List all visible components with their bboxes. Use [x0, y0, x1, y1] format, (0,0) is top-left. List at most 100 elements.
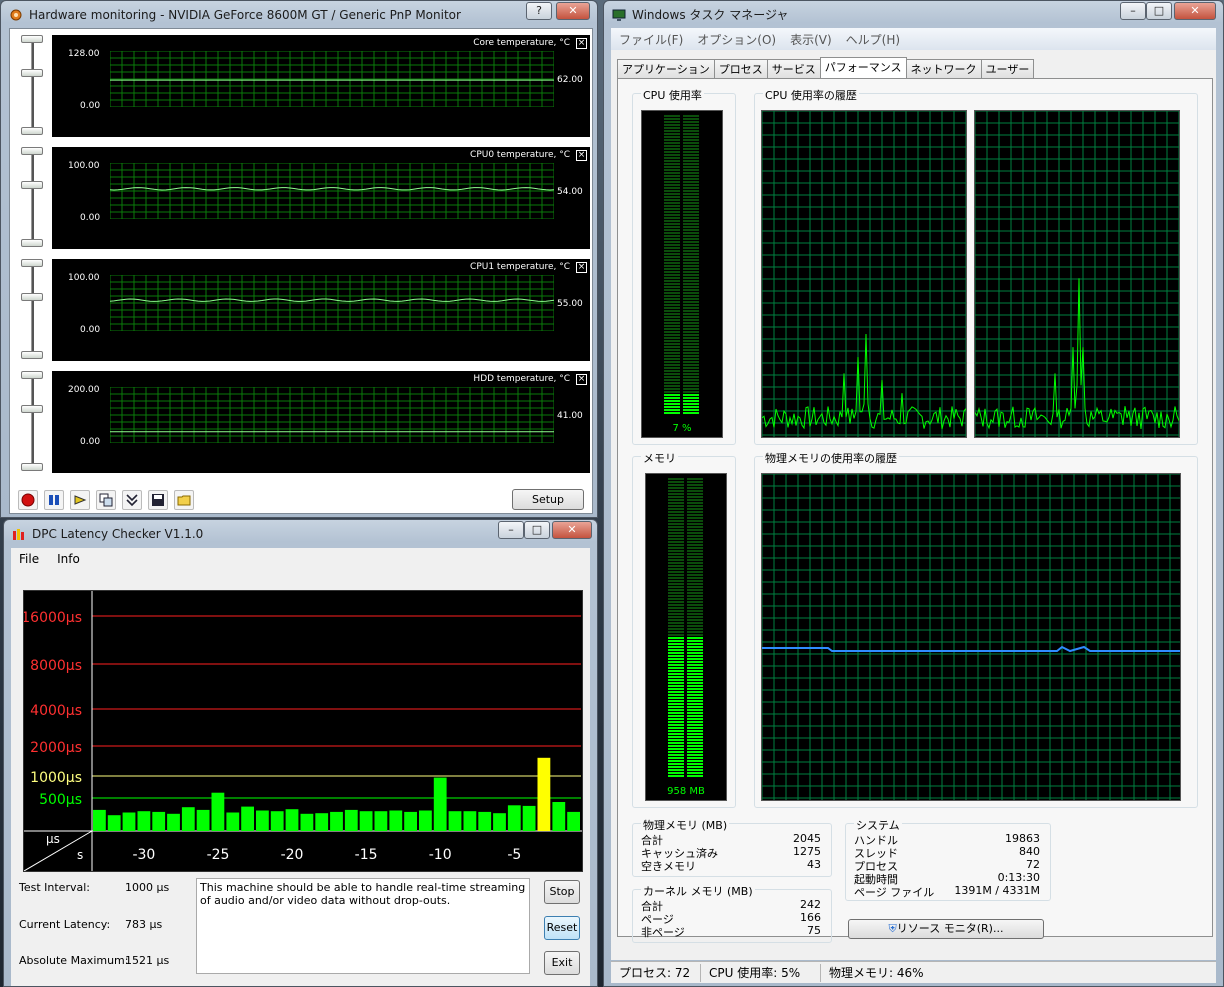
meter-segment [668, 769, 684, 771]
pane-slider-mid-knob[interactable] [21, 293, 43, 301]
meter-segment [687, 607, 703, 609]
meter-segment [668, 709, 684, 711]
save-button[interactable] [148, 490, 168, 510]
dpc-maximize-button[interactable]: □ [524, 521, 550, 539]
meter-segment [664, 217, 680, 219]
tm-close-button[interactable]: ✕ [1174, 2, 1216, 20]
pane-close-icon[interactable]: × [576, 262, 587, 273]
pause-button[interactable] [44, 490, 64, 510]
dpc-minimize-button[interactable]: – [498, 521, 524, 539]
pane-slider-top-knob[interactable] [21, 147, 43, 155]
tm-statusbar: プロセス: 72 CPU 使用率: 5% 物理メモリ: 46% [611, 961, 1216, 983]
meter-segment [668, 712, 684, 714]
pane-slider-mid-knob[interactable] [21, 69, 43, 77]
meter-segment [683, 175, 699, 177]
meter-segment [664, 193, 680, 195]
pane-close-icon[interactable]: × [576, 38, 587, 49]
pane-slider-bottom-knob[interactable] [21, 239, 43, 247]
meter-segment [683, 124, 699, 126]
task-manager-window[interactable]: Windows タスク マネージャ – □ ✕ ファイル(F) オプション(O)… [603, 0, 1224, 987]
meter-segment [687, 523, 703, 525]
hw-titlebar[interactable]: Hardware monitoring - NVIDIA GeForce 860… [1, 1, 597, 28]
meter-segment [687, 646, 703, 648]
dpc-menubar: File Info [11, 548, 590, 570]
meter-segment [668, 655, 684, 657]
meter-segment [687, 673, 703, 675]
meter-segment [664, 295, 680, 297]
meter-segment [687, 730, 703, 732]
meter-segment [683, 238, 699, 240]
dpc-close-button[interactable]: ✕ [552, 521, 592, 539]
meter-segment [687, 712, 703, 714]
hw-close-button[interactable]: ✕ [556, 2, 590, 20]
meter-segment [668, 715, 684, 717]
pane-slider-bottom-knob[interactable] [21, 127, 43, 135]
meter-segment [683, 205, 699, 207]
reset-button[interactable]: Reset [544, 916, 580, 940]
tab-performance[interactable]: パフォーマンス [819, 57, 907, 78]
meter-segment [683, 361, 699, 363]
menu-options[interactable]: オプション(O) [697, 31, 776, 48]
meter-segment [668, 700, 684, 702]
menu-file[interactable]: File [19, 552, 39, 566]
meter-segment [687, 757, 703, 759]
meter-segment [664, 325, 680, 327]
latency-bar [448, 811, 462, 831]
hw-series-line [110, 298, 554, 302]
tab-users[interactable]: ユーザー [980, 59, 1035, 78]
pane-close-icon[interactable]: × [576, 150, 587, 161]
meter-segment [683, 370, 699, 372]
tm-maximize-button[interactable]: □ [1146, 2, 1172, 20]
collapse-button[interactable] [122, 490, 142, 510]
dpc-latency-window[interactable]: DPC Latency Checker V1.1.0 – □ ✕ File In… [3, 519, 598, 987]
tab-applications[interactable]: アプリケーション [617, 59, 715, 78]
meter-segment [664, 319, 680, 321]
tm-minimize-button[interactable]: – [1120, 2, 1146, 20]
meter-segment [687, 721, 703, 723]
menu-info[interactable]: Info [57, 552, 80, 566]
tab-network[interactable]: ネットワーク [905, 59, 982, 78]
stop-button[interactable]: Stop [544, 880, 580, 904]
menu-view[interactable]: 表示(V) [790, 31, 832, 48]
meter-segment [683, 298, 699, 300]
exit-button[interactable]: Exit [544, 951, 580, 975]
pane-slider-top-knob[interactable] [21, 259, 43, 267]
help-button[interactable]: ? [526, 2, 552, 20]
meter-segment [683, 358, 699, 360]
pane-slider-mid-knob[interactable] [21, 181, 43, 189]
y-tick-label: 1000µs [30, 770, 82, 786]
meter-segment [668, 658, 684, 660]
memory-history-graph [761, 473, 1181, 801]
pane-slider-bottom-knob[interactable] [21, 351, 43, 359]
cpu-history-group: CPU 使用率の履歴 [754, 87, 1198, 445]
meter-segment [683, 388, 699, 390]
meter-segment [687, 661, 703, 663]
copy-button[interactable] [96, 490, 116, 510]
menu-file-jp[interactable]: ファイル(F) [619, 31, 683, 48]
tab-services[interactable]: サービス [766, 59, 821, 78]
marker-button[interactable] [70, 490, 90, 510]
resource-monitor-button[interactable]: ⛨リソース モニタ(R)... [848, 919, 1044, 939]
meter-segment [664, 259, 680, 261]
pane-slider-top-knob[interactable] [21, 35, 43, 43]
open-button[interactable] [174, 490, 194, 510]
latency-bar [137, 811, 151, 831]
meter-segment [683, 391, 699, 393]
meter-segment [664, 268, 680, 270]
meter-segment [664, 277, 680, 279]
status-memory: 物理メモリ: 46% [829, 965, 924, 980]
pane-close-icon[interactable]: × [576, 374, 587, 385]
pane-slider-mid-knob[interactable] [21, 405, 43, 413]
hw-window-title: Hardware monitoring - NVIDIA GeForce 860… [29, 7, 461, 22]
meter-segment [683, 271, 699, 273]
pane-slider-top-knob[interactable] [21, 371, 43, 379]
tab-processes[interactable]: プロセス [713, 59, 768, 78]
record-button[interactable] [18, 490, 38, 510]
meter-segment [664, 265, 680, 267]
pane-slider-bottom-knob[interactable] [21, 463, 43, 471]
meter-segment [668, 478, 684, 480]
hardware-monitor-window[interactable]: Hardware monitoring - NVIDIA GeForce 860… [0, 0, 598, 518]
pane-slider-track [31, 153, 34, 243]
menu-help[interactable]: ヘルプ(H) [846, 31, 900, 48]
setup-button[interactable]: Setup [512, 489, 584, 510]
